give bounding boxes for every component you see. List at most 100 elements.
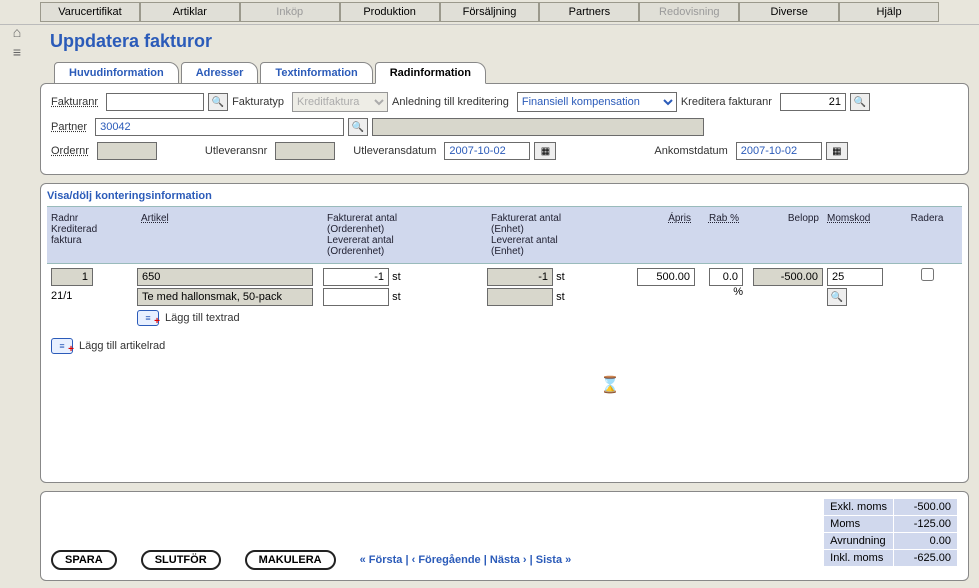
fakturatyp-label: Fakturatyp	[232, 96, 288, 108]
add-row-icon: ≡	[51, 338, 73, 354]
partner-input[interactable]	[95, 118, 344, 136]
magnifier-icon: 🔍	[352, 122, 364, 133]
actions-bar: SPARA SLUTFÖR MAKULERA « Första | ‹ Före…	[51, 550, 571, 570]
menu-hjalp[interactable]: Hjälp	[839, 2, 939, 22]
tab-adresser[interactable]: Adresser	[181, 62, 259, 84]
partner-label: Partner	[51, 121, 91, 133]
apris-input[interactable]	[637, 268, 695, 286]
fakt-enhet-b-input	[487, 288, 553, 306]
total-moms-label: Moms	[824, 516, 894, 533]
col-apris: Ápris	[627, 211, 695, 259]
spara-button[interactable]: SPARA	[51, 550, 117, 570]
grid-header: Radnr Krediterad faktura Artikel Fakture…	[47, 206, 962, 264]
menu-artiklar[interactable]: Artiklar	[140, 2, 240, 22]
utleveransnr-input	[275, 142, 335, 160]
tab-huvudinformation[interactable]: Huvudinformation	[54, 62, 179, 84]
unit-label: st	[392, 271, 401, 283]
menu-diverse[interactable]: Diverse	[739, 2, 839, 22]
col-radnr: Radnr Krediterad faktura	[47, 211, 137, 259]
menu-inkop[interactable]: Inköp	[240, 2, 340, 22]
ordernr-label: Ordernr	[51, 145, 93, 157]
belopp-input	[753, 268, 823, 286]
ankomstdatum-label: Ankomstdatum	[654, 145, 731, 157]
tab-textinformation[interactable]: Textinformation	[260, 62, 372, 84]
col-artikel: Artikel	[137, 211, 323, 259]
tabs: Huvudinformation Adresser Textinformatio…	[40, 62, 969, 84]
magnifier-icon: 🔍	[212, 97, 224, 108]
rab-suffix: %	[733, 286, 743, 298]
radera-checkbox[interactable]	[921, 268, 934, 281]
unit-label: st	[556, 291, 565, 303]
add-artikelrad-button[interactable]: ≡ Lägg till artikelrad	[51, 338, 165, 354]
footer-panel: Exkl. moms-500.00 Moms-125.00 Avrundning…	[40, 491, 969, 581]
pager-next[interactable]: Nästa ›	[490, 554, 527, 566]
total-inkl-label: Inkl. moms	[824, 550, 894, 567]
total-avr-value: 0.00	[894, 533, 958, 550]
fakturanr-lookup-button[interactable]: 🔍	[208, 93, 228, 111]
utleveransdatum-calendar-button[interactable]: ▦	[534, 142, 556, 160]
pager-first[interactable]: « Första	[360, 554, 403, 566]
total-inkl-value: -625.00	[894, 550, 958, 567]
pager-last[interactable]: Sista »	[536, 554, 571, 566]
utleveransdatum-label: Utleveransdatum	[353, 145, 440, 157]
radnr-sub: 21/1	[51, 290, 137, 302]
momskod-lookup-button[interactable]: 🔍	[827, 288, 847, 306]
calendar-icon: ▦	[541, 146, 550, 157]
anledning-label: Anledning till kreditering	[392, 96, 513, 108]
utleveransdatum-input[interactable]	[444, 142, 530, 160]
unit-label: st	[556, 271, 565, 283]
tab-radinformation[interactable]: Radinformation	[375, 62, 486, 84]
ankomstdatum-calendar-button[interactable]: ▦	[826, 142, 848, 160]
ordernr-input	[97, 142, 157, 160]
fakt-enhet-a-input	[487, 268, 553, 286]
unit-label: st	[392, 291, 401, 303]
kontering-toggle[interactable]: Visa/dölj konteringsinformation	[47, 190, 962, 202]
artikel-namn-input	[137, 288, 313, 306]
top-menu: Varucertifikat Artiklar Inköp Produktion…	[0, 0, 979, 25]
grid-row: 21/1 ≡ Lägg till textrad st st st	[47, 264, 962, 330]
menu-icon[interactable]: ≡	[4, 44, 30, 60]
totals-table: Exkl. moms-500.00 Moms-125.00 Avrundning…	[823, 498, 958, 567]
kreditera-lookup-button[interactable]: 🔍	[850, 93, 870, 111]
total-exkl-value: -500.00	[894, 499, 958, 516]
menu-partners[interactable]: Partners	[539, 2, 639, 22]
col-belopp: Belopp	[743, 211, 823, 259]
col-momskod: Momskod	[823, 211, 901, 259]
artikel-kod-input	[137, 268, 313, 286]
total-moms-value: -125.00	[894, 516, 958, 533]
radnr-input	[51, 268, 93, 286]
col-fakt-enhet: Fakturerat antal (Enhet) Levererat antal…	[487, 211, 627, 259]
partner-lookup-button[interactable]: 🔍	[348, 118, 368, 136]
menu-varucertifikat[interactable]: Varucertifikat	[40, 2, 140, 22]
fakt-orderenhet-b-input[interactable]	[323, 288, 389, 306]
partner-desc	[372, 118, 704, 136]
menu-redovisning[interactable]: Redovisning	[639, 2, 739, 22]
momskod-input[interactable]	[827, 268, 883, 286]
anledning-select[interactable]: Finansiell kompensation	[517, 92, 677, 112]
left-toolbar: ⌂ ≡	[4, 24, 30, 64]
col-rab: Rab %	[695, 211, 743, 259]
fakt-orderenhet-a-input[interactable]	[323, 268, 389, 286]
fakturatyp-select: Kreditfaktura	[292, 92, 388, 112]
home-icon[interactable]: ⌂	[4, 24, 30, 40]
total-avr-label: Avrundning	[824, 533, 894, 550]
magnifier-icon: 🔍	[831, 292, 843, 303]
ankomstdatum-input[interactable]	[736, 142, 822, 160]
fakturanr-label: Fakturanr	[51, 96, 102, 108]
col-radera: Radera	[901, 211, 953, 259]
pager-prev[interactable]: ‹ Föregående	[412, 554, 481, 566]
slutfor-button[interactable]: SLUTFÖR	[141, 550, 221, 570]
makulera-button[interactable]: MAKULERA	[245, 550, 336, 570]
menu-forsaljning[interactable]: Försäljning	[440, 2, 540, 22]
kreditera-input[interactable]	[780, 93, 846, 111]
pager: « Första | ‹ Föregående | Nästa › | Sist…	[360, 554, 572, 566]
add-textrad-button[interactable]: ≡ Lägg till textrad	[137, 310, 240, 326]
hourglass-icon: ⌛	[600, 375, 620, 395]
total-exkl-label: Exkl. moms	[824, 499, 894, 516]
header-panel: Fakturanr 🔍 Fakturatyp Kreditfaktura Anl…	[40, 83, 969, 175]
rab-input[interactable]	[709, 268, 743, 286]
add-row-icon: ≡	[137, 310, 159, 326]
add-textrad-label: Lägg till textrad	[165, 312, 240, 324]
fakturanr-input[interactable]	[106, 93, 204, 111]
menu-produktion[interactable]: Produktion	[340, 2, 440, 22]
